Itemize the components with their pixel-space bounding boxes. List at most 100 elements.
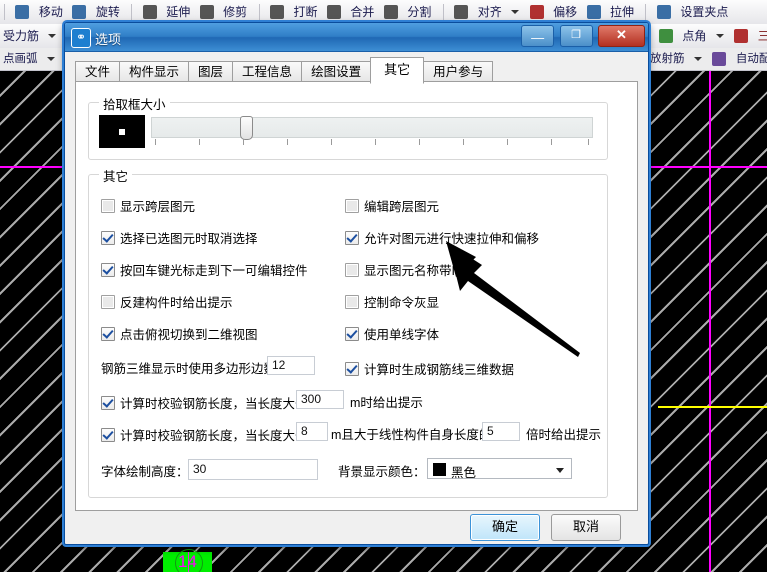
chevron-down-icon[interactable] bbox=[46, 57, 55, 61]
toolbar-trim-button[interactable]: 修剪 bbox=[220, 0, 250, 24]
stretch-icon[interactable] bbox=[586, 5, 601, 19]
angle-icon[interactable] bbox=[658, 29, 673, 43]
toolbar-threepoint-axis-button[interactable]: 三点辅轴 bbox=[755, 24, 767, 48]
close-button[interactable]: ✕ bbox=[598, 25, 645, 47]
pickbox-size-slider[interactable] bbox=[151, 116, 593, 140]
checkbox-allow-quick-stretch-offset[interactable]: 允许对图元进行快速拉伸和偏移 bbox=[345, 231, 539, 246]
slider-thumb[interactable] bbox=[240, 116, 253, 140]
toolbar-radial-rebar-button[interactable]: 放射筋 bbox=[647, 48, 688, 70]
maximize-icon: ❐ bbox=[571, 29, 581, 41]
toolbar-separator bbox=[645, 4, 647, 20]
minimize-button[interactable]: — bbox=[521, 25, 555, 47]
toolbar-auto-rebar-button[interactable]: 自动配筋 bbox=[733, 48, 767, 70]
checkbox-prompt-on-rebuild[interactable]: 反建构件时给出提示 bbox=[101, 295, 233, 310]
polygon-sides-input[interactable] bbox=[267, 356, 315, 375]
checkbox-box[interactable] bbox=[101, 327, 115, 341]
toolbar-rebar-label[interactable]: 受力筋 bbox=[0, 24, 42, 48]
font-height-input[interactable] bbox=[188, 459, 318, 480]
toolbar-angle-button[interactable]: 点角 bbox=[679, 24, 709, 48]
checkbox-show-element-name-with-id[interactable]: 显示图元名称带ID bbox=[345, 263, 464, 278]
rebar-length-suffix-label: m时给出提示 bbox=[350, 396, 423, 410]
checkbox-box[interactable] bbox=[345, 199, 359, 213]
auto-rebar-icon[interactable] bbox=[712, 52, 727, 66]
checkbox-box[interactable] bbox=[101, 396, 115, 410]
checkbox-box[interactable] bbox=[345, 231, 359, 245]
chevron-down-icon[interactable] bbox=[715, 34, 724, 38]
rebar-length-threshold-2-input[interactable] bbox=[296, 422, 328, 441]
screen: 14 移动 旋转 延伸 修剪 打断 合并 分割 对齐 偏移 拉伸 设置夹点 受力… bbox=[0, 0, 767, 572]
dialog-tabstrip[interactable]: 文件 构件显示 图层 工程信息 绘图设置 其它 用户参与 bbox=[75, 57, 638, 84]
checkbox-topview-switch-2d[interactable]: 点击俯视切换到二维视图 bbox=[101, 327, 258, 342]
toolbar-arc-button[interactable]: 点画弧 bbox=[0, 48, 41, 70]
chevron-down-icon[interactable] bbox=[693, 57, 702, 61]
chevron-down-icon[interactable] bbox=[556, 468, 564, 473]
checkbox-label: 按回车键光标走到下一可编辑控件 bbox=[120, 264, 308, 278]
offset-icon[interactable] bbox=[529, 5, 544, 19]
trim-icon[interactable] bbox=[199, 5, 214, 19]
pickbox-preview-dot bbox=[119, 128, 125, 135]
app-logo-icon: ⚭ bbox=[71, 28, 91, 48]
checkbox-box[interactable] bbox=[345, 295, 359, 309]
move-icon[interactable] bbox=[15, 5, 30, 19]
checkbox-edit-cross-layer[interactable]: 编辑跨层图元 bbox=[345, 199, 439, 214]
toolbar-row-3-left[interactable]: 点画弧 bbox=[0, 48, 64, 71]
font-height-label: 字体绘制高度： bbox=[101, 465, 189, 479]
checkbox-box[interactable] bbox=[345, 362, 359, 376]
merge-icon[interactable] bbox=[326, 5, 341, 19]
dialog-title-bar[interactable]: ⚭ 选项 — ❐ ✕ bbox=[65, 23, 648, 52]
toolbar-row-3-right[interactable]: 放射筋 自动配筋 bbox=[647, 48, 767, 71]
toolbar-stretch-button[interactable]: 拉伸 bbox=[607, 0, 637, 24]
checkbox-label: 显示跨层图元 bbox=[120, 200, 196, 214]
toolbar-setgrip-button[interactable]: 设置夹点 bbox=[677, 0, 731, 24]
split-icon[interactable] bbox=[383, 5, 398, 19]
chevron-down-icon[interactable] bbox=[48, 34, 57, 38]
checkbox-box[interactable] bbox=[101, 199, 115, 213]
setgrip-icon[interactable] bbox=[656, 5, 671, 19]
break-icon[interactable] bbox=[270, 5, 285, 19]
checkbox-label: 显示图元名称带ID bbox=[364, 264, 465, 278]
toolbar-break-button[interactable]: 打断 bbox=[291, 0, 321, 24]
rebar-length-multiplier-input[interactable] bbox=[482, 422, 520, 441]
slab-element[interactable]: 14 bbox=[163, 549, 212, 572]
rebar-length-threshold-input[interactable] bbox=[296, 390, 344, 409]
checkbox-box[interactable] bbox=[101, 295, 115, 309]
toolbar-offset-button[interactable]: 偏移 bbox=[550, 0, 580, 24]
cancel-button[interactable]: 取消 bbox=[551, 514, 621, 541]
toolbar-rotate-button[interactable]: 旋转 bbox=[93, 0, 123, 24]
ok-button[interactable]: 确定 bbox=[470, 514, 540, 541]
polygon-sides-label: 钢筋三维显示时使用多边形边数 bbox=[101, 362, 277, 376]
color-swatch bbox=[433, 463, 446, 476]
checkbox-verify-rebar-length-1[interactable]: 计算时校验钢筋长度，当长度大于 bbox=[101, 396, 308, 411]
extend-icon[interactable] bbox=[142, 5, 157, 19]
maximize-button[interactable]: ❐ bbox=[559, 25, 593, 47]
align-icon[interactable] bbox=[454, 5, 469, 19]
toolbar-merge-button[interactable]: 合并 bbox=[347, 0, 377, 24]
checkbox-gray-out-commands[interactable]: 控制命令灰显 bbox=[345, 295, 439, 310]
checkbox-enter-moves-next-control[interactable]: 按回车键光标走到下一可编辑控件 bbox=[101, 263, 308, 278]
checkbox-label: 反建构件时给出提示 bbox=[120, 296, 233, 310]
checkbox-verify-rebar-length-2[interactable]: 计算时校验钢筋长度，当长度大于 bbox=[101, 428, 308, 443]
toolbar-move-button[interactable]: 移动 bbox=[36, 0, 66, 24]
checkbox-box[interactable] bbox=[101, 428, 115, 442]
checkbox-generate-3d-rebar-data[interactable]: 计算时生成钢筋线三维数据 bbox=[345, 362, 514, 377]
tab-other[interactable]: 其它 bbox=[370, 57, 425, 84]
toolbar-split-button[interactable]: 分割 bbox=[404, 0, 434, 24]
checkbox-box[interactable] bbox=[101, 231, 115, 245]
minimize-icon: — bbox=[531, 30, 545, 45]
checkbox-show-cross-layer[interactable]: 显示跨层图元 bbox=[101, 199, 195, 214]
checkbox-box[interactable] bbox=[101, 263, 115, 277]
checkbox-box[interactable] bbox=[345, 327, 359, 341]
checkbox-deselect-selected[interactable]: 选择已选图元时取消选择 bbox=[101, 231, 258, 246]
threepoint-axis-icon[interactable] bbox=[734, 29, 749, 43]
element-label: 14 bbox=[178, 552, 197, 571]
checkbox-use-single-line-font[interactable]: 使用单线字体 bbox=[345, 327, 439, 342]
rotate-icon[interactable] bbox=[72, 5, 87, 19]
toolbar-separator bbox=[442, 4, 444, 20]
background-color-combo[interactable]: 黑色 bbox=[427, 458, 572, 480]
checkbox-box[interactable] bbox=[345, 263, 359, 277]
window-buttons: — ❐ ✕ bbox=[520, 25, 645, 47]
toolbar-extend-button[interactable]: 延伸 bbox=[163, 0, 193, 24]
tab-page-other: 拾取框大小 其它 显示跨层图元 选择已选图元时取消选择 按回车键光标走到下一可编… bbox=[75, 81, 638, 511]
toolbar-align-button[interactable]: 对齐 bbox=[475, 0, 505, 24]
chevron-down-icon[interactable] bbox=[511, 10, 520, 14]
